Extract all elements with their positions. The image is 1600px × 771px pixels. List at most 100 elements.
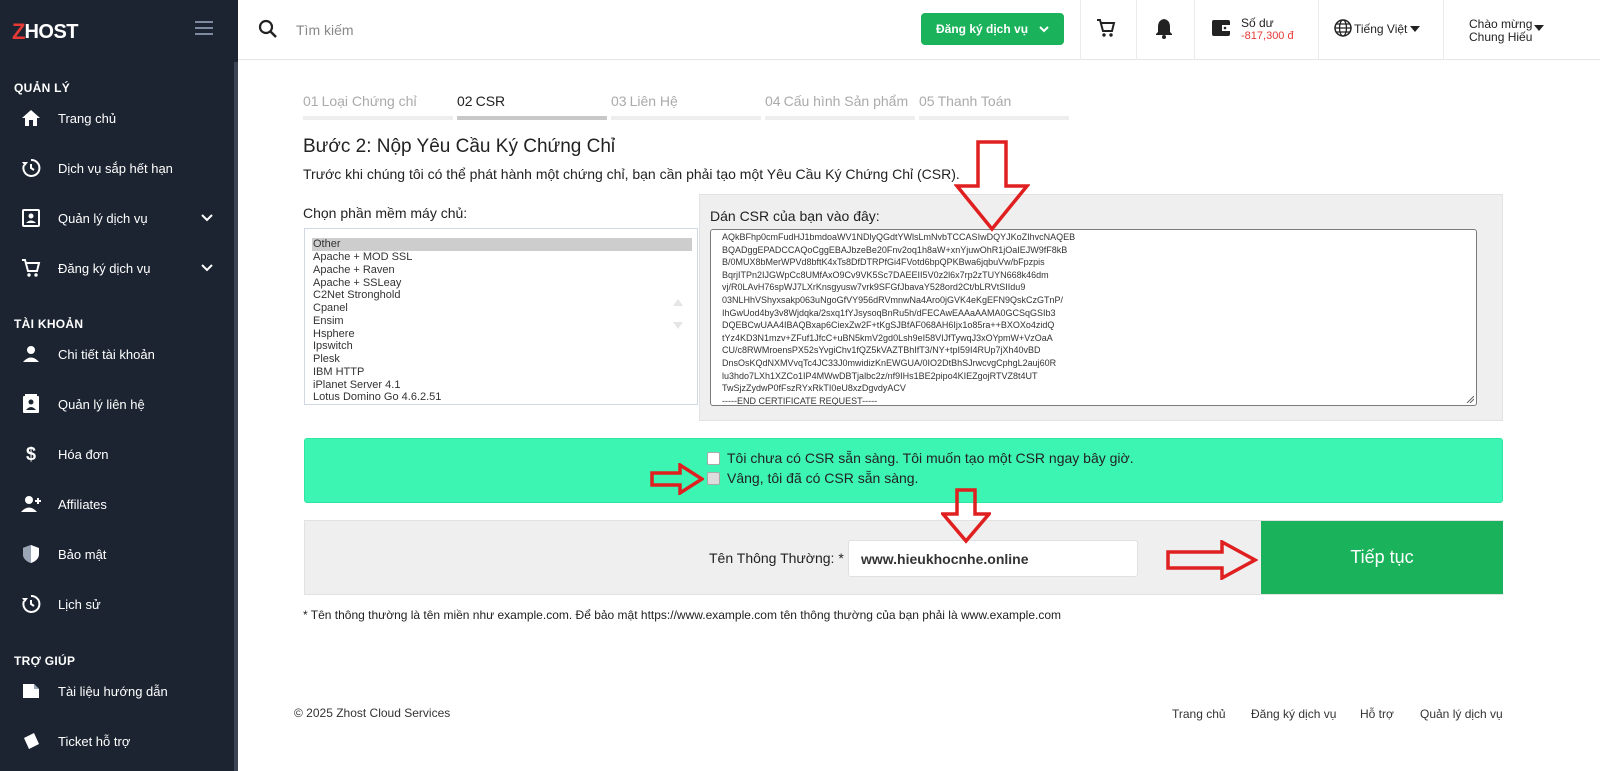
greeting-label[interactable]: Chào mừng [1469, 17, 1532, 31]
csr-line: BQADggEPADCCAQoCggEBAJbzeBe20Fnv2oq1h8aW… [722, 244, 1068, 255]
footer-link-home[interactable]: Trang chủ [1172, 707, 1226, 721]
step-number: 03 [611, 93, 627, 109]
search-icon[interactable] [258, 19, 278, 39]
csr-line: lu3hdo7LXh1XZCo1IP4MWwDBTjalbc2z/nf9IHs1… [722, 370, 1038, 381]
sidebar-item-invoices[interactable]: $ Hóa đơn [0, 434, 234, 474]
sidebar-item-docs[interactable]: Tài liệu hướng dẫn [0, 671, 234, 711]
sidebar-item-history[interactable]: Lịch sử [0, 584, 234, 624]
topbar: Đăng ký dịch vụ Số dư -817,300 đ Tiếng V… [238, 0, 1600, 60]
sidebar: Z HOST QUẢN LÝ Trang chủ Dịch vụ sắp hết … [0, 0, 238, 771]
dollar-icon: $ [25, 443, 36, 464]
resize-grip-icon[interactable] [1466, 395, 1474, 403]
server-option[interactable]: Lotus Domino Go 4.6.2.51 [312, 391, 692, 404]
no-csr-label[interactable]: Tôi chưa có CSR sẵn sàng. Tôi muốn tạo m… [727, 450, 1134, 466]
server-option[interactable]: IBM HTTP [312, 366, 692, 379]
csr-line: BqrjITPn2IJGWpCc8UMfAxO9Cv9VK5Sc7DAEEII5… [722, 269, 1049, 280]
footer-link-register[interactable]: Đăng ký dịch vụ [1251, 707, 1336, 721]
divider [1318, 0, 1319, 60]
register-service-button[interactable]: Đăng ký dịch vụ [921, 13, 1064, 45]
chevron-down-icon [1039, 26, 1049, 33]
person-add-icon [20, 493, 42, 515]
common-name-label: Tên Thông Thường: * [709, 550, 844, 566]
csr-option-box: Tôi chưa có CSR sẵn sàng. Tôi muốn tạo m… [304, 438, 1503, 503]
no-csr-checkbox[interactable] [707, 452, 720, 465]
server-option[interactable]: C2Net Stronghold [312, 289, 692, 302]
ticket-icon [20, 730, 42, 752]
history-icon [20, 593, 42, 615]
server-software-select[interactable]: Other Apache + MOD SSL Apache + Raven Ap… [304, 228, 698, 405]
server-option[interactable]: Cpanel [312, 302, 692, 315]
step-4[interactable]: 04 Cấu hình Sản phẩm [765, 93, 915, 120]
page-title: Bước 2: Nộp Yêu Cầu Ký Chứng Chỉ [303, 136, 616, 157]
sidebar-item-label: Chi tiết tài khoản [58, 346, 155, 362]
server-option[interactable]: Apache + Raven [312, 264, 692, 277]
sidebar-item-expiring[interactable]: Dịch vụ sắp hết hạn [0, 148, 234, 188]
step-3[interactable]: 03 Liên Hệ [611, 93, 761, 120]
zhost-logo[interactable]: Z HOST [12, 18, 79, 46]
sidebar-item-label: Ticket hỗ trợ [58, 733, 131, 749]
common-name-input[interactable]: www.hieukhocnhe.online [848, 540, 1138, 577]
csr-panel: Dán CSR của bạn vào đây: AQkBFhp0cmFudHJ… [699, 194, 1503, 421]
csr-label: Dán CSR của bạn vào đây: [710, 208, 880, 224]
common-name-box: Tên Thông Thường: * www.hieukhocnhe.onli… [304, 520, 1503, 595]
have-csr-checkbox[interactable] [707, 472, 720, 485]
bell-icon[interactable] [1155, 18, 1173, 39]
sidebar-item-label: Quản lý dịch vụ [58, 210, 148, 226]
server-option[interactable]: Ensim [312, 315, 692, 328]
sidebar-item-label: Đăng ký dịch vụ [58, 260, 151, 276]
csr-textarea[interactable]: AQkBFhp0cmFudHJ1bmdoaWV1NDlyQGdtYWlsLmNv… [710, 229, 1477, 406]
step-5[interactable]: 05 Thanh Toán [919, 93, 1069, 120]
sidebar-item-contacts[interactable]: Quản lý liên hệ [0, 384, 234, 424]
shield-icon [20, 543, 42, 565]
copyright: © 2025 Zhost Cloud Services [294, 706, 451, 720]
sidebar-item-manage-services[interactable]: Quản lý dịch vụ [0, 198, 234, 238]
language-selector[interactable]: Tiếng Việt [1354, 22, 1407, 36]
footer-link-support[interactable]: Hỗ trợ [1360, 707, 1394, 721]
server-option[interactable]: Apache + MOD SSL [312, 251, 692, 264]
step-label: Thanh Toán [937, 93, 1012, 109]
sidebar-item-label: Trang chủ [58, 110, 117, 126]
section-help: TRỢ GIÚP [14, 654, 76, 668]
sidebar-item-account-details[interactable]: Chi tiết tài khoản [0, 334, 234, 374]
sidebar-item-register-services[interactable]: Đăng ký dịch vụ [0, 248, 234, 288]
search-input[interactable] [296, 17, 796, 43]
register-service-label: Đăng ký dịch vụ [936, 22, 1029, 36]
sidebar-item-affiliates[interactable]: Affiliates [0, 484, 234, 524]
server-option[interactable]: Ipswitch [312, 340, 692, 353]
cart-icon[interactable] [1096, 18, 1116, 38]
sidebar-item-label: Lịch sử [58, 596, 101, 612]
contacts-icon [20, 393, 42, 415]
have-csr-label[interactable]: Vâng, tôi đã có CSR sẵn sàng. [727, 470, 918, 486]
step-1[interactable]: 01 Loại Chứng chỉ [303, 93, 453, 120]
chevron-down-icon[interactable] [200, 211, 214, 225]
intro-text: Trước khi chúng tôi có thể phát hành một… [303, 166, 960, 182]
chevron-down-icon[interactable] [200, 261, 214, 275]
user-name[interactable]: Chung Hiếu [1469, 30, 1532, 44]
server-option[interactable]: Plesk [312, 353, 692, 366]
sidebar-item-tickets[interactable]: Ticket hỗ trợ [0, 721, 234, 761]
continue-button[interactable]: Tiếp tục [1261, 521, 1503, 594]
sidebar-item-label: Tài liệu hướng dẫn [58, 683, 168, 699]
step-number: 02 [457, 93, 473, 109]
caret-down-icon[interactable] [1534, 25, 1544, 31]
server-option[interactable]: Other [312, 238, 692, 251]
divider [1443, 0, 1444, 60]
step-2[interactable]: 02 CSR [457, 93, 607, 120]
hamburger-menu-icon[interactable] [195, 21, 213, 35]
caret-down-icon[interactable] [1410, 26, 1420, 32]
step-number: 04 [765, 93, 781, 109]
csr-line: AQkBFhp0cmFudHJ1bmdoaWV1NDlyQGdtYWlsLmNv… [722, 232, 1076, 242]
home-icon [20, 107, 42, 129]
sidebar-item-home[interactable]: Trang chủ [0, 98, 234, 138]
scroll-down-icon[interactable] [673, 322, 683, 329]
step-label: Cấu hình Sản phẩm [783, 93, 909, 109]
step-number: 01 [303, 93, 319, 109]
sidebar-scrollbar[interactable] [234, 62, 238, 771]
globe-icon[interactable] [1334, 19, 1352, 37]
sidebar-item-security[interactable]: Bảo mật [0, 534, 234, 574]
footer-link-manage[interactable]: Quản lý dịch vụ [1420, 707, 1503, 721]
scroll-up-icon[interactable] [673, 299, 683, 306]
step-number: 05 [919, 93, 935, 109]
annotation-arrow-right-icon [650, 463, 704, 495]
common-name-note: * Tên thông thường là tên miền như examp… [303, 608, 1062, 622]
